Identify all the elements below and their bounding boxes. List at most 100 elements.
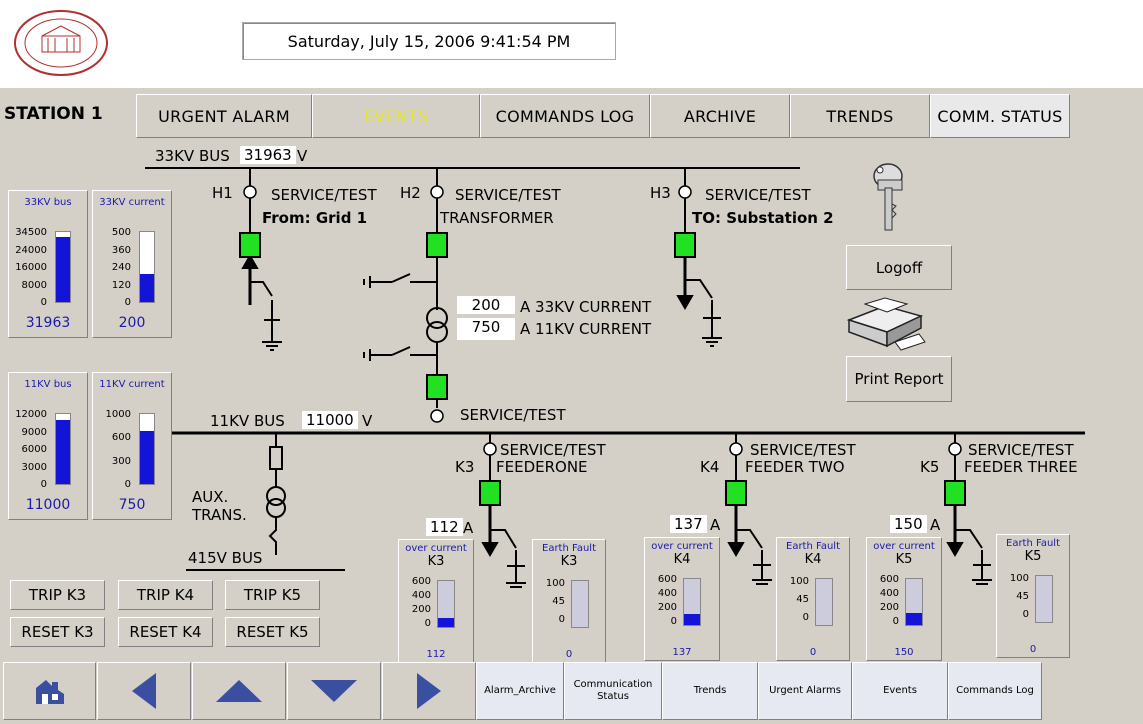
earthfault-tick-label: 0	[1022, 609, 1029, 620]
overcurrent-tick-label: 0	[670, 616, 677, 627]
bus-11kv-unit: V	[362, 412, 373, 430]
logoff-button[interactable]: Logoff	[846, 245, 952, 290]
reset-k3-button[interactable]: RESET K3	[10, 617, 105, 647]
overcurrent-tick-label: 400	[879, 588, 899, 599]
current-33kv-label: A 33KV CURRENT	[520, 298, 652, 316]
up-button[interactable]	[192, 662, 286, 720]
home-button[interactable]	[3, 662, 96, 720]
urgent-alarms-button[interactable]: Urgent Alarms	[758, 662, 852, 720]
earthfault-track	[571, 580, 589, 628]
k5-status: SERVICE/TEST	[968, 441, 1074, 459]
reset-k5-button[interactable]: RESET K5	[225, 617, 320, 647]
gauge-tick-label: 1000	[105, 409, 131, 420]
gauge-tick-label: 360	[111, 244, 131, 256]
gauge-value: 31963	[25, 315, 71, 331]
h2-status: SERVICE/TEST	[455, 186, 561, 204]
gauge-tick-label: 600	[111, 432, 131, 444]
communication-status-button[interactable]: Communication Status	[564, 662, 662, 720]
k3-status: SERVICE/TEST	[500, 441, 606, 459]
down-button[interactable]	[287, 662, 381, 720]
arrow-down-icon	[311, 680, 357, 702]
aux-trans-label-1: AUX.	[192, 488, 229, 506]
gauge-tick-label: 34500	[15, 227, 47, 238]
k5-name: FEEDER THREE	[964, 458, 1078, 476]
k3-current-unit: A	[463, 519, 474, 537]
trip-k4-button[interactable]: TRIP K4	[118, 580, 213, 610]
earthfault-panel: Earth Fault K5 100 45 0 0	[996, 534, 1070, 658]
current-33kv-value: 200	[457, 296, 515, 314]
gauge-fill	[140, 431, 154, 484]
overcurrent-tick-label: 600	[657, 574, 677, 585]
gauge-tick-label: 240	[111, 262, 131, 273]
gauge-panel: 33KV current 500 360 240 120 0 200	[92, 190, 172, 338]
overcurrent-track	[683, 578, 701, 626]
scada-window: Saturday, July 15, 2006 9:41:54 PM STATI…	[0, 0, 1143, 724]
current-11kv-value: 750	[457, 318, 515, 340]
gauge-value: 11000	[25, 497, 71, 513]
gauge-tick-label: 0	[124, 297, 131, 308]
aux-trans-label-2: TRANS.	[192, 506, 247, 524]
k4-service-indicator	[729, 442, 743, 456]
gauge-title: 33KV current	[99, 197, 165, 208]
earthfault-value: 0	[809, 647, 817, 658]
k5-id: K5	[920, 458, 940, 476]
breaker-k3[interactable]	[479, 480, 501, 506]
earthfault-value: 0	[565, 649, 573, 660]
trip-k3-button[interactable]: TRIP K3	[10, 580, 105, 610]
breaker-k4[interactable]	[725, 480, 747, 506]
bus-33kv-unit: V	[297, 147, 308, 165]
gauge-fill	[140, 274, 154, 302]
events-button[interactable]: Events	[852, 662, 948, 720]
print-report-button[interactable]: Print Report	[846, 356, 952, 402]
overcurrent-fill	[684, 614, 700, 625]
previous-button[interactable]	[97, 662, 191, 720]
h1-desc: From: Grid 1	[262, 209, 368, 227]
gauge-panel: 11KV current 1000 600 300 0 750	[92, 372, 172, 520]
overcurrent-feeder-id: K3	[427, 554, 445, 569]
commands-log-button[interactable]: Commands Log	[948, 662, 1042, 720]
breaker-h1[interactable]	[239, 232, 261, 258]
gauge-tick-label: 16000	[15, 262, 47, 273]
bus-33kv-label: 33KV BUS	[155, 147, 230, 165]
h3-desc: TO: Substation 2	[692, 209, 834, 227]
k3-id: K3	[455, 458, 475, 476]
h3-id: H3	[650, 184, 671, 202]
trends-button[interactable]: Trends	[662, 662, 758, 720]
overcurrent-value: 137	[672, 647, 692, 658]
overcurrent-tick-label: 200	[657, 602, 677, 613]
overcurrent-tick-label: 200	[879, 602, 899, 613]
h1-id: H1	[212, 184, 233, 202]
arrow-up-icon	[216, 680, 262, 702]
k4-name: FEEDER TWO	[745, 458, 845, 476]
overcurrent-title: over current	[651, 541, 713, 552]
earthfault-panel: Earth Fault K3 100 45 0 0	[532, 539, 606, 663]
gauge-tick-label: 12000	[15, 409, 47, 420]
k3-current-value: 112	[426, 518, 463, 536]
overcurrent-panel: over current K3 600 400 200 0 112	[398, 539, 474, 663]
current-11kv-label: A 11KV CURRENT	[520, 320, 652, 338]
overcurrent-track	[437, 580, 455, 628]
gauge-tick-label: 300	[111, 455, 131, 467]
overcurrent-feeder-id: K4	[673, 552, 691, 567]
k5-current-unit: A	[930, 516, 941, 534]
alarm-archive-button[interactable]: Alarm_Archive	[476, 662, 564, 720]
h2-id: H2	[400, 184, 421, 202]
earthfault-tick-label: 100	[789, 576, 809, 587]
breaker-k5[interactable]	[944, 480, 966, 506]
k5-service-indicator	[948, 442, 962, 456]
bus-415v-label: 415V BUS	[188, 549, 263, 567]
k4-current-unit: A	[710, 516, 721, 534]
breaker-h3[interactable]	[674, 232, 696, 258]
breaker-h2[interactable]	[426, 232, 448, 258]
gauge-track	[139, 231, 155, 303]
gauge-panel: 11KV bus 12000 9000 6000 3000 0 11000	[8, 372, 88, 520]
breaker-trafo-lv[interactable]	[426, 374, 448, 400]
overcurrent-tick-label: 200	[411, 604, 431, 615]
next-button[interactable]	[382, 662, 476, 720]
trip-k5-button[interactable]: TRIP K5	[225, 580, 320, 610]
gauge-tick-label: 0	[124, 479, 131, 490]
earthfault-title: Earth Fault	[542, 543, 596, 554]
reset-k4-button[interactable]: RESET K4	[118, 617, 213, 647]
earthfault-track	[1035, 575, 1053, 623]
k3-name: FEEDERONE	[496, 458, 588, 476]
